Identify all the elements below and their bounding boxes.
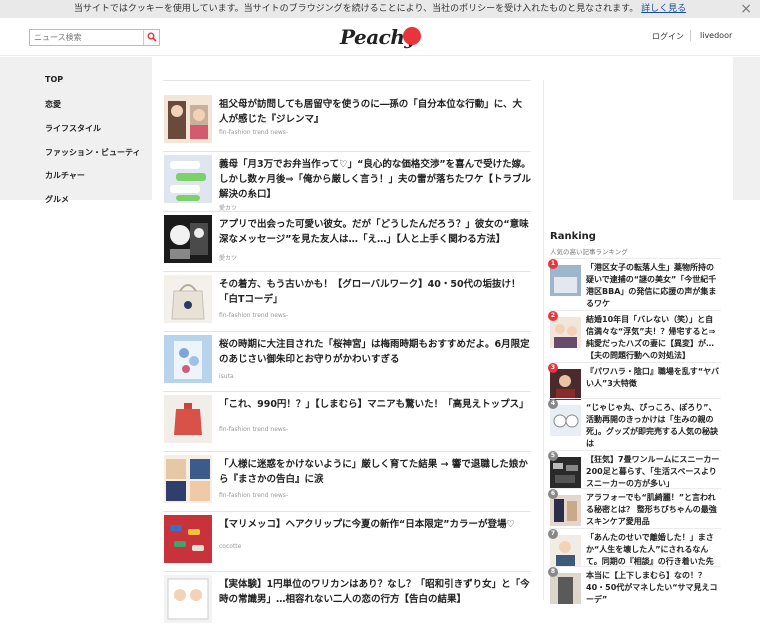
article-source: fin-fashion trend news- (219, 312, 289, 319)
login-link[interactable]: ログイン (652, 31, 684, 42)
ranking-item[interactable]: 1 「港区女子の転落人生」薬物所持の疑いで逮捕の“謎の美女”「今世紀千港区BBA… (548, 258, 721, 308)
nav-item-fashion-beauty[interactable]: ファッション・ビューティ (45, 147, 141, 158)
article-item[interactable]: 【マリメッコ】ヘアクリップに今夏の新作“日本限定”カラーが登場♡ cocotte (163, 512, 531, 572)
article-source: cocotte (219, 543, 242, 550)
ranking-title-text[interactable]: アラフォーでも“肌綺麗！”と言われる秘密とは？ 整形ちびちゃんの最強スキンケア愛… (586, 492, 720, 528)
ranking-thumbnail (550, 265, 581, 296)
ranking-thumbnail (550, 573, 581, 604)
ranking-item[interactable]: 8 本当に【上下しまむら】なの！？40・50代がマネしたい“サマ見えコーデ” (548, 566, 721, 612)
search-input[interactable] (30, 30, 144, 45)
article-thumbnail (164, 275, 212, 323)
column-divider (543, 80, 544, 600)
nav-item-lifestyle[interactable]: ライフスタイル (45, 123, 101, 134)
ranking-item[interactable]: 2 結婚10年目「バレない（笑）」と自信満々な“浮気”夫！？帰宅すると⇒純愛だっ… (548, 310, 721, 360)
site-header: Peachy ログイン livedoor (0, 18, 760, 56)
close-icon[interactable]: × (740, 0, 752, 18)
ranking-subtitle: 人気の高い記事ランキング (550, 248, 628, 256)
nav-item-gourmet[interactable]: グルメ (45, 194, 69, 205)
article-title[interactable]: 桜の時期に大注目された「桜神宮」は梅雨時期もおすすめだよ。6月限定のあじさい御朱… (219, 337, 531, 367)
rank-badge: 8 (548, 567, 558, 577)
article-title[interactable]: 義母「月3万でお弁当作って♡」“良心的な価格交渉”を喜んで受けた嫁。しかし数ヶ月… (219, 157, 531, 202)
rank-badge: 4 (548, 399, 558, 409)
search-icon (147, 32, 157, 42)
article-source: 愛カツ (219, 205, 238, 212)
article-source: fin-fashion trend news- (219, 492, 289, 499)
ranking-thumbnail (550, 405, 581, 436)
logo-badge-icon (403, 27, 421, 45)
article-title[interactable]: その着方、もう古いかも！【グローバルワーク】40・50代の垢抜け！「白Tコーデ」 (219, 277, 531, 307)
article-thumbnail (164, 395, 212, 443)
rank-badge: 7 (548, 529, 558, 539)
category-nav: TOP 恋愛 ライフスタイル ファッション・ビューティ カルチャー グルメ (0, 57, 152, 600)
article-title[interactable]: アプリで出会った可愛い彼女。だが「どうしたんだろう？」彼女の“意味深なメッセージ… (219, 217, 531, 247)
livedoor-link[interactable]: livedoor (700, 31, 732, 40)
article-source: fin-fashion trend news- (219, 129, 289, 136)
article-item[interactable]: 【実体験】1円単位のワリカンはあり？なし？「昭和引きずり女」と「今時の常識男」…… (163, 572, 531, 632)
article-title[interactable]: 【実体験】1円単位のワリカンはあり？なし？「昭和引きずり女」と「今時の常識男」…… (219, 577, 531, 607)
rank-badge: 1 (548, 259, 558, 269)
article-source: isuta (219, 373, 234, 380)
ranking-title-text[interactable]: 本当に【上下しまむら】なの！？40・50代がマネしたい“サマ見えコーデ” (586, 570, 720, 606)
article-thumbnail (164, 335, 212, 383)
ranking-thumbnail (550, 535, 581, 566)
article-title[interactable]: 「人様に迷惑をかけないように」厳しく育てた結果 → 響で退職した娘から『まさかの… (219, 457, 531, 487)
article-item[interactable]: その着方、もう古いかも！【グローバルワーク】40・50代の垢抜け！「白Tコーデ」… (163, 272, 531, 332)
nav-item-top[interactable]: TOP (45, 75, 63, 84)
cookie-text: 当サイトではクッキーを使用しています。当サイトのブラウジングを続けることにより、… (73, 4, 639, 14)
ranking-thumbnail (550, 495, 581, 526)
article-thumbnail (164, 575, 212, 623)
article-title[interactable]: 「これ、990円！？」【しまむら】マニアも驚いた！「高見えトップス」 (219, 397, 531, 412)
rank-badge: 5 (548, 451, 558, 461)
article-thumbnail (164, 155, 212, 203)
rank-badge: 2 (548, 311, 558, 321)
article-item[interactable]: 「これ、990円！？」【しまむら】マニアも驚いた！「高見えトップス」 fin-f… (163, 392, 531, 452)
article-thumbnail (164, 455, 212, 503)
right-edge-background (733, 57, 760, 200)
search-button[interactable] (143, 30, 159, 45)
article-item[interactable]: 祖父母が訪問しても居留守を使うのに―孫の「自分本位な行動」に、大人が感じた『ジレ… (163, 92, 531, 152)
ranking-title-text[interactable]: 結婚10年目「バレない（笑）」と自信満々な“浮気”夫！？帰宅すると⇒純愛だったハ… (586, 314, 720, 362)
article-item[interactable]: 「人様に迷惑をかけないように」厳しく育てた結果 → 響で退職した娘から『まさかの… (163, 452, 531, 512)
article-title[interactable]: 祖父母が訪問しても居留守を使うのに―孫の「自分本位な行動」に、大人が感じた『ジレ… (219, 97, 531, 127)
article-item[interactable]: 義母「月3万でお弁当作って♡」“良心的な価格交渉”を喜んで受けた嫁。しかし数ヶ月… (163, 152, 531, 212)
ranking-thumbnail (550, 457, 581, 488)
ranking-title-text[interactable]: 【狂気】7畳ワンルームにスニーカー200足と暮らす、「生活スペースよりスニーカー… (586, 454, 720, 490)
ranking-title-text[interactable]: 「あんたのせいで離婚した！」まさか“人生を壊した人”にされるなんて。同期の『相談… (586, 532, 720, 568)
ranking-title-text[interactable]: 「港区女子の転落人生」薬物所持の疑いで逮捕の“謎の美女”「今世紀千港区BBA」の… (586, 262, 720, 310)
nav-item-love[interactable]: 恋愛 (45, 99, 61, 110)
ranking-title: Ranking (550, 231, 596, 242)
article-thumbnail (164, 515, 212, 563)
ranking-thumbnail (550, 317, 581, 348)
header-divider (690, 30, 691, 41)
ranking-thumbnail (550, 369, 581, 400)
article-thumbnail (164, 95, 212, 143)
ranking-title-text[interactable]: 『パワハラ・陰口』職場を乱す“ヤバい人”3大特徴 (586, 366, 720, 390)
nav-item-culture[interactable]: カルチャー (45, 170, 85, 181)
ranking-item[interactable]: 4 “じゃじゃ丸、ぴっころ、ぽろり”、活動再開のきっかけは「生みの親の死」。グッ… (548, 398, 721, 448)
rank-badge: 3 (548, 363, 558, 373)
ranking-title-text[interactable]: “じゃじゃ丸、ぴっころ、ぽろり”、活動再開のきっかけは「生みの親の死」。グッズが… (586, 402, 720, 450)
search-box (29, 29, 160, 46)
cookie-details-link[interactable]: 詳しく見る (641, 4, 686, 14)
list-divider (163, 80, 531, 81)
article-source: fin-fashion trend news- (219, 426, 289, 433)
cookie-banner: 当サイトではクッキーを使用しています。当サイトのブラウジングを続けることにより、… (0, 0, 760, 18)
article-thumbnail (164, 215, 212, 263)
article-item[interactable]: アプリで出会った可愛い彼女。だが「どうしたんだろう？」彼女の“意味深なメッセージ… (163, 212, 531, 272)
article-item[interactable]: 桜の時期に大注目された「桜神宮」は梅雨時期もおすすめだよ。6月限定のあじさい御朱… (163, 332, 531, 392)
site-logo[interactable]: Peachy (340, 25, 421, 51)
rank-badge: 6 (548, 489, 558, 499)
article-title[interactable]: 【マリメッコ】ヘアクリップに今夏の新作“日本限定”カラーが登場♡ (219, 517, 531, 532)
article-source: 愛カツ (219, 255, 238, 262)
